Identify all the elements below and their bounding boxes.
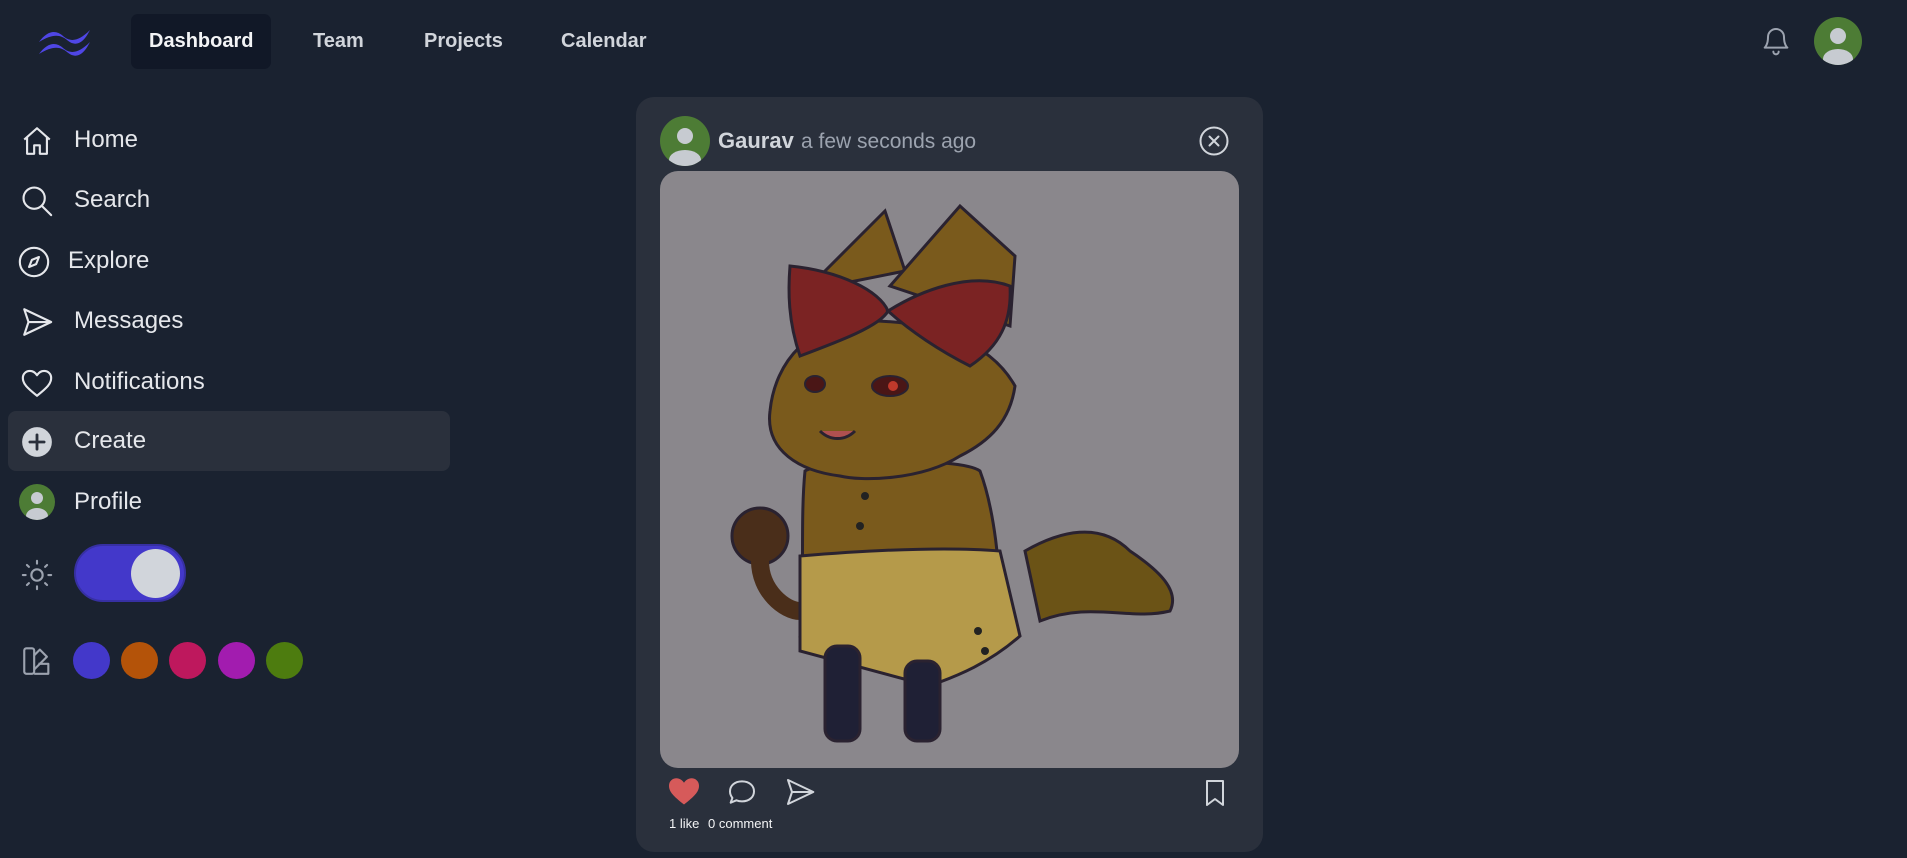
sidebar-item-home[interactable]: Home xyxy=(8,110,450,170)
search-icon xyxy=(22,186,53,217)
post-author-avatar[interactable] xyxy=(660,116,710,166)
sidebar-item-label: Profile xyxy=(74,488,143,515)
nav-tab-projects[interactable]: Projects xyxy=(406,14,521,69)
avatar-icon xyxy=(669,128,701,166)
sidebar-item-label: Search xyxy=(74,186,151,213)
comments-count[interactable]: 0 comment xyxy=(708,816,772,831)
sidebar-item-label: Explore xyxy=(68,247,150,274)
color-swatch-fuchsia[interactable] xyxy=(218,642,255,679)
like-heart-icon[interactable] xyxy=(665,773,703,809)
likes-count[interactable]: 1 like xyxy=(669,816,699,831)
color-swatch-indigo[interactable] xyxy=(73,642,110,679)
color-swatch-green[interactable] xyxy=(266,642,303,679)
color-swatch-pink[interactable] xyxy=(169,642,206,679)
close-icon[interactable] xyxy=(1198,125,1230,157)
bell-icon[interactable] xyxy=(1760,24,1792,58)
comment-icon[interactable] xyxy=(726,776,758,808)
avatar-icon xyxy=(19,484,55,520)
plus-circle-icon xyxy=(22,427,52,457)
home-icon xyxy=(23,127,51,155)
sidebar-item-label: Messages xyxy=(74,307,184,334)
nav-tab-calendar[interactable]: Calendar xyxy=(543,14,665,69)
color-swatch-amber[interactable] xyxy=(121,642,158,679)
nav-tab-team[interactable]: Team xyxy=(295,14,382,69)
post-author-name[interactable]: Gaurav xyxy=(718,128,794,154)
user-avatar[interactable] xyxy=(1814,17,1862,65)
sidebar-item-messages[interactable]: Messages xyxy=(8,291,450,351)
sidebar-item-create[interactable]: Create xyxy=(8,411,450,471)
sidebar-item-explore[interactable]: Explore xyxy=(8,231,450,291)
toggle-knob xyxy=(131,549,180,598)
top-navbar: Dashboard Team Projects Calendar xyxy=(0,0,1907,84)
sidebar-item-search[interactable]: Search xyxy=(8,170,450,230)
share-icon[interactable] xyxy=(784,776,816,808)
palette-icon xyxy=(23,647,50,675)
cat-character-illustration xyxy=(730,203,1175,743)
post-image[interactable] xyxy=(660,171,1239,768)
nav-tab-dashboard[interactable]: Dashboard xyxy=(131,14,272,69)
theme-toggle[interactable] xyxy=(74,544,186,602)
sidebar-item-label: Home xyxy=(74,126,139,153)
heart-icon xyxy=(21,369,53,397)
sidebar-item-label: Create xyxy=(74,427,147,454)
sidebar-item-label: Notifications xyxy=(74,368,205,395)
post-card: Gaurav a few seconds ago 1 like 0 commen… xyxy=(636,97,1263,852)
send-icon xyxy=(23,308,53,336)
sidebar-item-profile[interactable]: Profile xyxy=(8,472,450,532)
post-timestamp: a few seconds ago xyxy=(801,130,977,153)
avatar-icon xyxy=(1823,28,1853,65)
sidebar-item-notifications[interactable]: Notifications xyxy=(8,352,450,412)
sun-icon xyxy=(21,559,53,591)
bookmark-icon[interactable] xyxy=(1199,776,1231,810)
logo-icon[interactable] xyxy=(36,22,94,58)
compass-icon xyxy=(18,246,50,278)
